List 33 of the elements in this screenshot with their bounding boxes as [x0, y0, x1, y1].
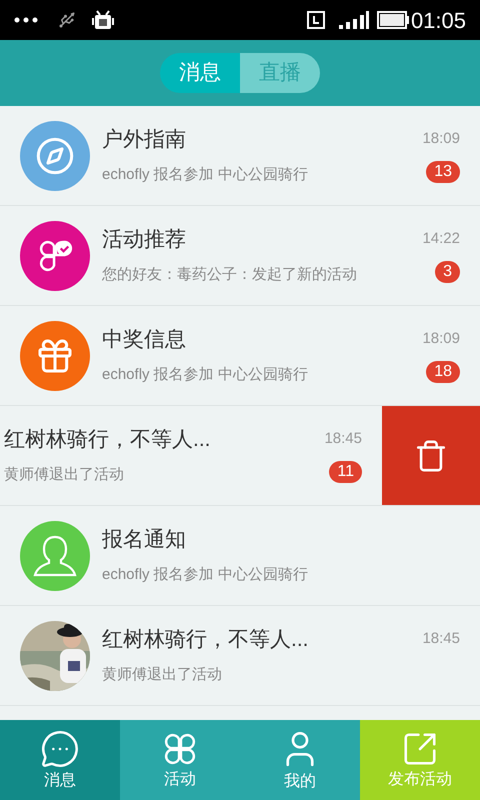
unread-count: 13 [426, 160, 460, 182]
message-row[interactable]: 红树林骑行，不等人... 黄师傅退出了活动 18:45 11 [0, 406, 480, 506]
message-title: 红树林骑行，不等人... [4, 426, 212, 452]
message-preview: 黄师傅退出了活动 [4, 464, 125, 484]
message-title: 中奖信息 [102, 326, 187, 352]
message-preview: echofly 报名参加 中心公园骑行 [102, 364, 309, 384]
nav-tab[interactable]: 消息 [0, 720, 120, 800]
message-preview: 您的好友：毒药公子：发起了新的活动 [102, 264, 358, 284]
message-time: 18:09 [422, 328, 460, 348]
delete-button[interactable] [382, 406, 480, 505]
message-preview: echofly 报名参加 中心公园骑行 [102, 564, 309, 584]
message-time: 18:09 [422, 128, 460, 148]
message-title: 红树林骑行，不等人... [102, 626, 310, 652]
message-time: 14:22 [422, 228, 460, 248]
trash-icon [414, 438, 448, 472]
clock-time: 01:05 [410, 6, 466, 34]
unread-count: 3 [435, 260, 460, 282]
unread-count: 11 [329, 460, 362, 482]
signal-icon [338, 11, 369, 29]
robot-icon [92, 9, 114, 31]
compass-icon [35, 136, 75, 176]
more-dots-icon [14, 17, 38, 23]
message-preview: 黄师傅退出了活动 [102, 664, 223, 684]
message-title: 报名通知 [102, 526, 187, 552]
message-time: 18:45 [324, 428, 362, 448]
battery-icon [376, 11, 409, 29]
usb-icon [58, 11, 76, 29]
message-time: 18:45 [422, 628, 460, 648]
unread-count: 18 [426, 360, 460, 382]
message-title: 户外指南 [102, 126, 187, 152]
chat-icon [40, 729, 80, 769]
message-preview: echofly 报名参加 中心公园骑行 [102, 164, 309, 184]
message-title: 活动推荐 [102, 226, 187, 252]
